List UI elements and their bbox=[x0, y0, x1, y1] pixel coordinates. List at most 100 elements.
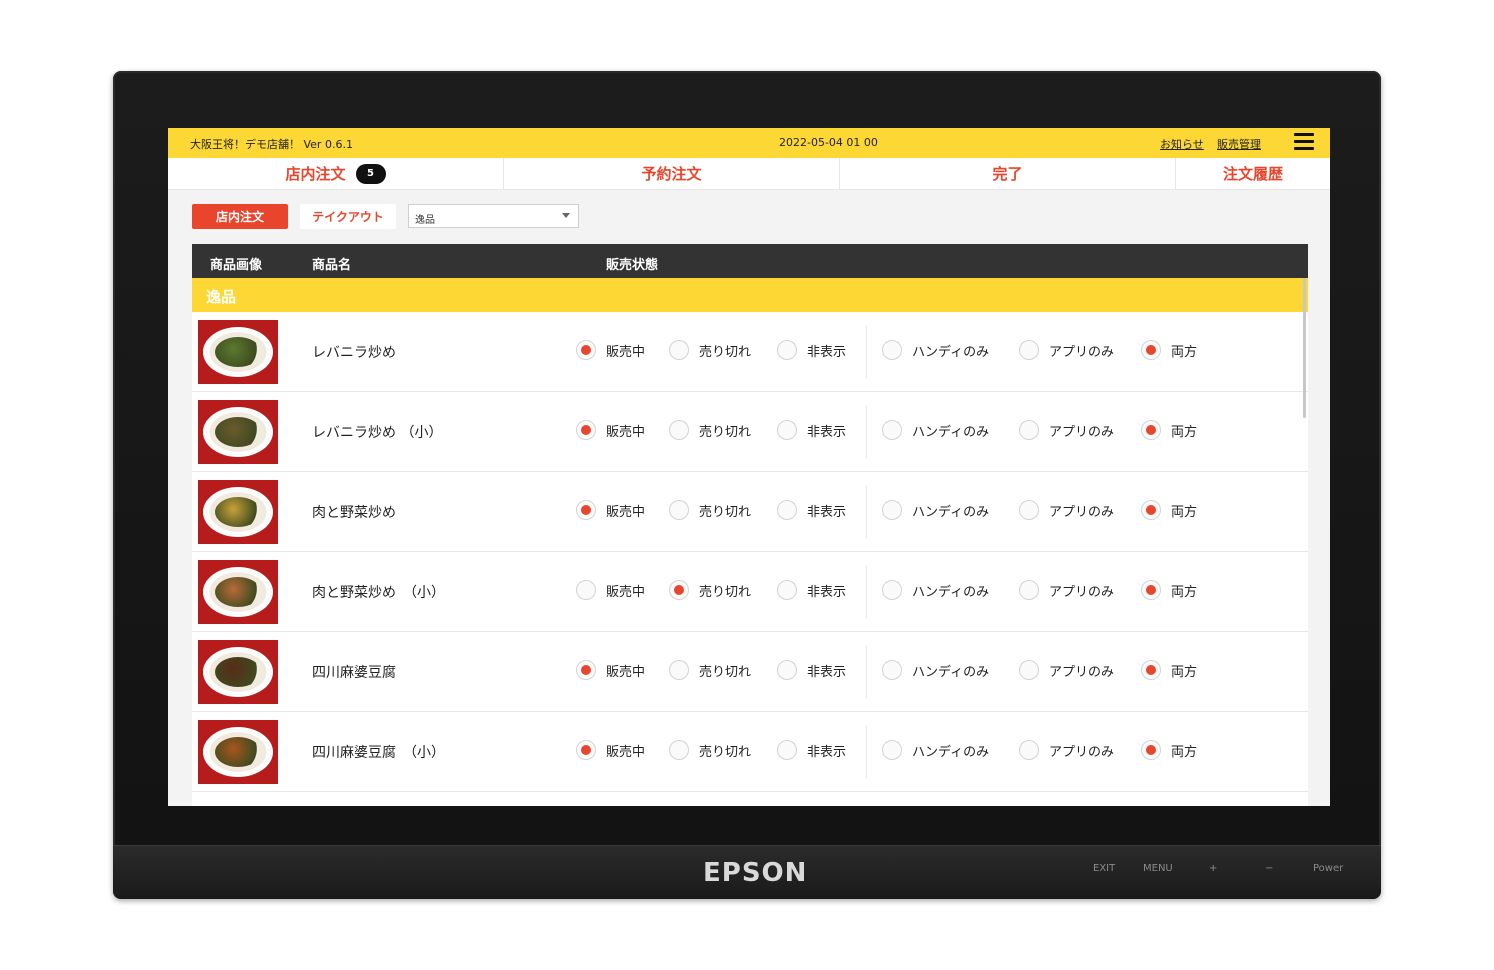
category-row: 逸品 bbox=[192, 278, 1308, 312]
category-select[interactable]: 逸品 bbox=[408, 204, 579, 228]
channel-radio[interactable] bbox=[1141, 740, 1161, 760]
status-option[interactable]: 販売中 bbox=[576, 500, 645, 520]
status-radio[interactable] bbox=[669, 340, 689, 360]
channel-option[interactable]: ハンディのみ bbox=[882, 660, 989, 680]
channel-option[interactable]: 両方 bbox=[1141, 340, 1197, 360]
status-radio[interactable] bbox=[669, 660, 689, 680]
channel-radio[interactable] bbox=[1019, 340, 1039, 360]
hamburger-icon[interactable] bbox=[1294, 133, 1314, 153]
status-option[interactable]: 売り切れ bbox=[669, 340, 751, 360]
status-option[interactable]: 売り切れ bbox=[669, 420, 751, 440]
tab-reservation[interactable]: 予約注文 bbox=[504, 158, 840, 189]
status-option[interactable]: 非表示 bbox=[777, 500, 846, 520]
power-hw-button[interactable]: Power bbox=[1313, 863, 1343, 874]
status-option[interactable]: 売り切れ bbox=[669, 580, 751, 600]
channel-label: 両方 bbox=[1171, 504, 1198, 520]
status-radio[interactable] bbox=[777, 580, 797, 600]
channel-option[interactable]: アプリのみ bbox=[1019, 500, 1114, 520]
tab-dine-in[interactable]: 店内注文 5 bbox=[168, 158, 504, 189]
channel-option[interactable]: ハンディのみ bbox=[882, 340, 989, 360]
status-option[interactable]: 販売中 bbox=[576, 660, 645, 680]
status-option[interactable]: 非表示 bbox=[777, 740, 846, 760]
channel-radio[interactable] bbox=[1019, 580, 1039, 600]
channel-option[interactable]: ハンディのみ bbox=[882, 580, 989, 600]
channel-radio[interactable] bbox=[882, 500, 902, 520]
status-option[interactable]: 売り切れ bbox=[669, 660, 751, 680]
status-radio[interactable] bbox=[777, 420, 797, 440]
channel-radio[interactable] bbox=[1141, 580, 1161, 600]
app-screen: 大阪王将！デモ店舗！ Ver 0.6.1 2022-05-04 01 00 お知… bbox=[168, 128, 1330, 806]
scrollbar[interactable] bbox=[1303, 278, 1306, 418]
channel-radio[interactable] bbox=[882, 660, 902, 680]
channel-label: 両方 bbox=[1171, 424, 1198, 440]
status-radio[interactable] bbox=[777, 660, 797, 680]
status-radio[interactable] bbox=[669, 420, 689, 440]
minus-hw-button[interactable]: − bbox=[1265, 863, 1273, 874]
channel-radio[interactable] bbox=[1019, 500, 1039, 520]
status-radio[interactable] bbox=[576, 500, 596, 520]
channel-option[interactable]: 両方 bbox=[1141, 500, 1197, 520]
channel-radio[interactable] bbox=[1141, 660, 1161, 680]
status-radio[interactable] bbox=[576, 740, 596, 760]
channel-option[interactable]: アプリのみ bbox=[1019, 580, 1114, 600]
status-option[interactable]: 非表示 bbox=[777, 420, 846, 440]
status-option[interactable]: 売り切れ bbox=[669, 500, 751, 520]
status-option[interactable]: 非表示 bbox=[777, 340, 846, 360]
status-option[interactable]: 販売中 bbox=[576, 340, 645, 360]
status-radio[interactable] bbox=[576, 420, 596, 440]
status-radio[interactable] bbox=[777, 740, 797, 760]
status-radio[interactable] bbox=[669, 580, 689, 600]
channel-option[interactable]: アプリのみ bbox=[1019, 740, 1114, 760]
status-option[interactable]: 非表示 bbox=[777, 580, 846, 600]
takeout-filter-button[interactable]: テイクアウト bbox=[300, 203, 396, 229]
channel-radio[interactable] bbox=[882, 420, 902, 440]
tab-completed[interactable]: 完了 bbox=[840, 158, 1176, 189]
channel-radio[interactable] bbox=[1141, 420, 1161, 440]
channel-option[interactable]: 両方 bbox=[1141, 660, 1197, 680]
status-option[interactable]: 非表示 bbox=[777, 660, 846, 680]
channel-radio[interactable] bbox=[1019, 740, 1039, 760]
channel-option[interactable]: 両方 bbox=[1141, 580, 1197, 600]
channel-option[interactable]: ハンディのみ bbox=[882, 740, 989, 760]
channel-option[interactable]: 両方 bbox=[1141, 420, 1197, 440]
channel-option[interactable]: アプリのみ bbox=[1019, 660, 1114, 680]
status-label: 販売中 bbox=[606, 424, 646, 440]
channel-option[interactable]: 両方 bbox=[1141, 740, 1197, 760]
channel-radio[interactable] bbox=[1141, 500, 1161, 520]
channel-option[interactable]: アプリのみ bbox=[1019, 340, 1114, 360]
status-radio[interactable] bbox=[777, 340, 797, 360]
channel-radio[interactable] bbox=[882, 340, 902, 360]
channel-radio[interactable] bbox=[1019, 420, 1039, 440]
status-option[interactable]: 売り切れ bbox=[669, 740, 751, 760]
table-row: 肉と野菜炒め 販売中 売り切れ 非表示 ハンディのみ アプリのみ 両方 bbox=[192, 472, 1308, 552]
channel-radio[interactable] bbox=[882, 740, 902, 760]
status-option[interactable]: 販売中 bbox=[576, 420, 645, 440]
table-row: レバニラ炒め （小） 販売中 売り切れ 非表示 ハンディのみ アプリのみ 両方 bbox=[192, 392, 1308, 472]
status-radio[interactable] bbox=[669, 740, 689, 760]
channel-option[interactable]: アプリのみ bbox=[1019, 420, 1114, 440]
status-radio[interactable] bbox=[576, 340, 596, 360]
channel-option[interactable]: ハンディのみ bbox=[882, 420, 989, 440]
status-radio[interactable] bbox=[576, 660, 596, 680]
product-name: 肉と野菜炒め bbox=[312, 505, 396, 521]
status-option[interactable]: 販売中 bbox=[576, 740, 645, 760]
option-divider bbox=[866, 326, 867, 378]
channel-radio[interactable] bbox=[1019, 660, 1039, 680]
tab-order-history[interactable]: 注文履歴 bbox=[1176, 158, 1330, 189]
current-datetime: 2022-05-04 01 00 bbox=[779, 136, 878, 149]
sales-management-link[interactable]: 販売管理 bbox=[1217, 136, 1261, 152]
status-radio[interactable] bbox=[576, 580, 596, 600]
channel-option[interactable]: ハンディのみ bbox=[882, 500, 989, 520]
menu-hw-button[interactable]: MENU bbox=[1143, 863, 1173, 874]
chevron-down-icon bbox=[562, 213, 570, 218]
dine-in-filter-button[interactable]: 店内注文 bbox=[192, 203, 288, 229]
channel-radio[interactable] bbox=[882, 580, 902, 600]
status-radio[interactable] bbox=[669, 500, 689, 520]
table-row: 四川麻婆豆腐 （小） 販売中 売り切れ 非表示 ハンディのみ アプリのみ 両方 bbox=[192, 712, 1308, 792]
exit-hw-button[interactable]: EXIT bbox=[1093, 863, 1115, 874]
channel-radio[interactable] bbox=[1141, 340, 1161, 360]
plus-hw-button[interactable]: + bbox=[1209, 863, 1217, 874]
status-radio[interactable] bbox=[777, 500, 797, 520]
status-option[interactable]: 販売中 bbox=[576, 580, 645, 600]
notice-link[interactable]: お知らせ bbox=[1160, 136, 1204, 152]
